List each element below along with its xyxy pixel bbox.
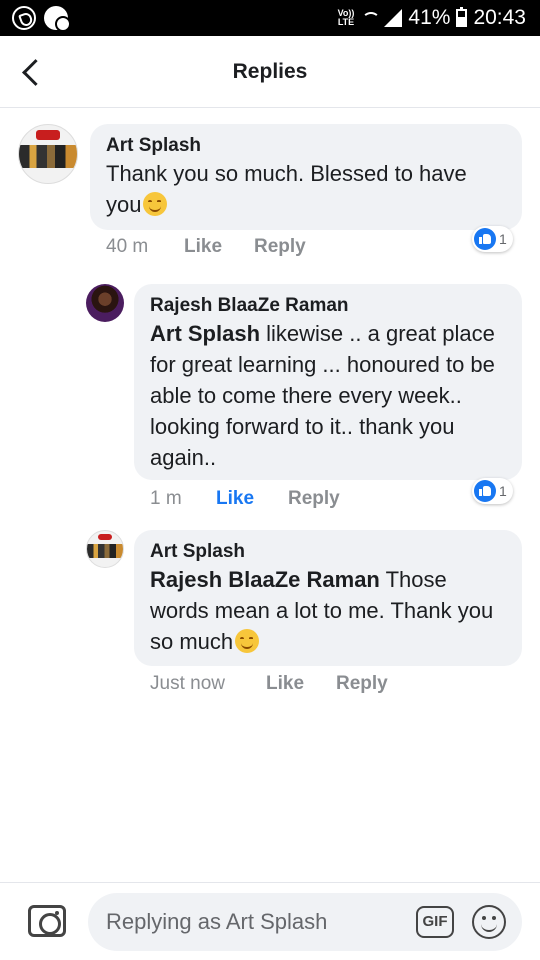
comment-bubble[interactable]: Art Splash Rajesh BlaaZe Raman Those wor… <box>134 530 522 666</box>
thumbs-up-icon <box>474 480 496 502</box>
status-bar: Vo)) LTE 41% 20:43 <box>0 0 540 36</box>
comment-time: Just now <box>150 673 225 694</box>
reply-button[interactable]: Reply <box>254 236 306 258</box>
smiling-face-emoji <box>235 629 260 653</box>
comment-time: 40 m <box>106 236 149 257</box>
gif-icon[interactable]: GIF <box>416 906 454 938</box>
like-button[interactable]: Like <box>216 488 288 510</box>
comment-author[interactable]: Art Splash <box>150 540 506 564</box>
reaction-count[interactable]: 1 <box>472 226 513 252</box>
thumbs-up-icon <box>474 228 496 250</box>
comment-author[interactable]: Art Splash <box>106 134 506 158</box>
comment-time: 1 m <box>150 488 182 509</box>
camera-icon[interactable] <box>28 905 66 937</box>
volte-icon: Vo)) LTE <box>337 8 355 27</box>
comment-author[interactable]: Rajesh BlaaZe Raman <box>150 294 506 318</box>
signal-icon <box>384 9 403 27</box>
battery-icon <box>456 7 468 27</box>
avatar[interactable] <box>86 284 124 322</box>
reply-placeholder: Replying as Art Splash <box>106 909 328 934</box>
emoji-icon[interactable] <box>472 905 506 939</box>
avatar[interactable] <box>86 530 124 568</box>
header: Replies <box>0 36 540 108</box>
battery-percent: 41% <box>408 6 451 29</box>
comment-text: Art Splash likewise .. a great place for… <box>150 321 495 470</box>
wifi-icon <box>360 10 378 26</box>
mention[interactable]: Rajesh BlaaZe Raman <box>150 567 380 592</box>
comment-text: Thank you so much. Blessed to have you <box>106 161 467 217</box>
page-title: Replies <box>232 60 308 83</box>
reply-button[interactable]: Reply <box>336 673 388 695</box>
mention[interactable]: Art Splash <box>150 321 260 346</box>
reply-composer: Replying as Art Splash GIF <box>0 882 540 960</box>
comment-actions: Just now Like Reply <box>150 673 388 695</box>
comment-bubble[interactable]: Art Splash Thank you so much. Blessed to… <box>90 124 522 230</box>
whatsapp-icon <box>12 6 36 30</box>
like-button[interactable]: Like <box>266 673 336 695</box>
smiling-face-emoji <box>143 192 168 216</box>
comment-actions: 40 m Like Reply <box>106 236 306 258</box>
reaction-count[interactable]: 1 <box>472 478 513 504</box>
comment-actions: 1 m Like Reply <box>150 488 340 510</box>
clock: 20:43 <box>473 6 526 29</box>
avatar[interactable] <box>18 124 78 184</box>
reply-input[interactable]: Replying as Art Splash GIF <box>88 893 522 951</box>
chat-icon <box>44 6 71 32</box>
reply-button[interactable]: Reply <box>288 488 340 510</box>
like-button[interactable]: Like <box>184 236 254 258</box>
comment-bubble[interactable]: Rajesh BlaaZe Raman Art Splash likewise … <box>134 284 522 480</box>
comment-text: Rajesh BlaaZe Raman Those words mean a l… <box>150 567 494 654</box>
